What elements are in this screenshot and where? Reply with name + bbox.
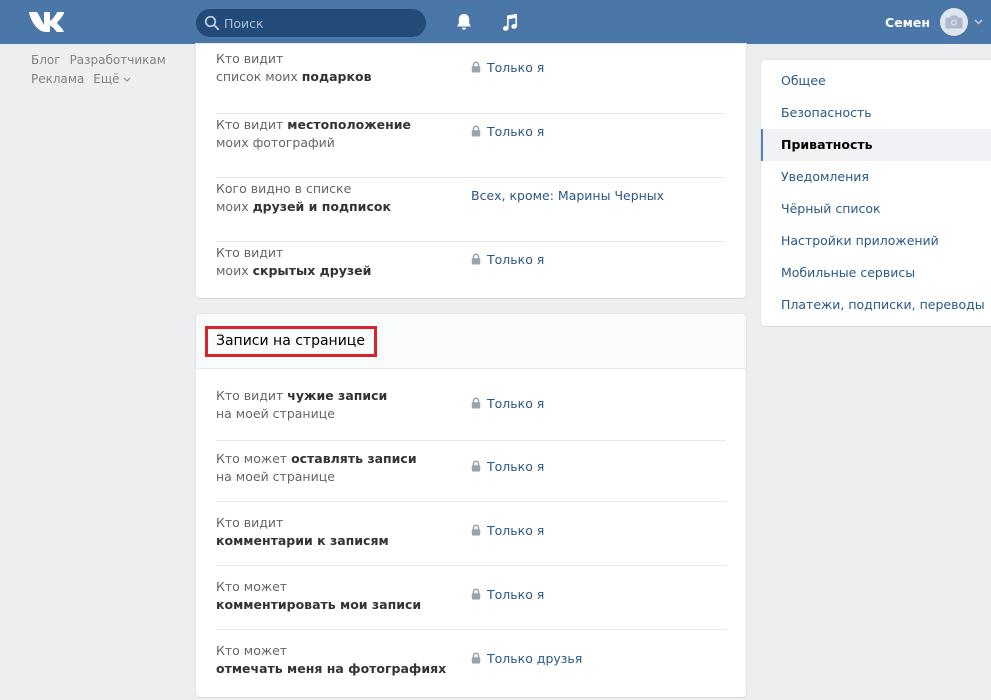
nav-item-security[interactable]: Безопасность: [761, 97, 991, 129]
nav-item-general[interactable]: Общее: [761, 65, 991, 97]
setting-row[interactable]: Кто видит местоположение моих фотографий…: [216, 114, 726, 178]
setting-value-dropdown[interactable]: Только друзья: [471, 650, 582, 668]
setting-row[interactable]: Кто может комментировать мои записи Толь…: [216, 566, 726, 630]
nav-item-blacklist[interactable]: Чёрный список: [761, 193, 991, 225]
setting-label: Кто видит комментарии к записям: [216, 515, 389, 548]
link-more-label: Ещё: [93, 72, 120, 86]
music-icon[interactable]: [500, 12, 520, 32]
setting-value-dropdown[interactable]: Только я: [471, 586, 544, 604]
section-header: Записи на странице: [196, 314, 746, 369]
footer-links: Блог Разработчикам Реклама Ещё: [31, 52, 191, 90]
setting-value-dropdown[interactable]: Только я: [471, 59, 544, 77]
settings-nav: Общее Безопасность Приватность Уведомлен…: [761, 60, 991, 326]
camera-icon: [945, 15, 963, 29]
setting-value-dropdown[interactable]: Только я: [471, 123, 544, 141]
setting-value-dropdown[interactable]: Только я: [471, 458, 544, 476]
chevron-down-icon: [123, 77, 131, 82]
privacy-card-wall-posts: Записи на странице Кто видит чужие запис…: [196, 314, 746, 697]
setting-row[interactable]: Кто видит список моих подарков Только я: [216, 50, 726, 114]
top-header: Семен: [0, 0, 991, 44]
setting-label: Кто может комментировать мои записи: [216, 579, 422, 612]
user-name[interactable]: Семен: [885, 15, 930, 30]
setting-label: Кого видно в списке моих друзей и подпис…: [216, 181, 391, 214]
setting-row[interactable]: Кто видит чужие записи на моей странице …: [216, 377, 726, 441]
nav-item-privacy[interactable]: Приватность: [761, 129, 991, 161]
setting-value-dropdown[interactable]: Только я: [471, 395, 544, 413]
setting-row[interactable]: Кто может оставлять записи на моей стран…: [216, 438, 726, 502]
chevron-down-icon[interactable]: [974, 19, 983, 25]
bell-icon[interactable]: [454, 12, 474, 32]
link-developers[interactable]: Разработчикам: [70, 53, 166, 67]
link-blog[interactable]: Блог: [31, 53, 61, 67]
setting-label: Кто видит список моих подарков: [216, 51, 372, 84]
vk-logo[interactable]: [28, 10, 68, 34]
avatar[interactable]: [940, 8, 968, 36]
setting-row[interactable]: Кто видит моих скрытых друзей Только я: [216, 242, 726, 306]
setting-row[interactable]: Кто может отмечать меня на фотографиях Т…: [216, 630, 726, 694]
setting-row[interactable]: Кого видно в списке моих друзей и подпис…: [216, 178, 726, 242]
setting-value-dropdown[interactable]: Только я: [471, 522, 544, 540]
lock-icon: [471, 524, 481, 536]
privacy-card-profile: Кто видит список моих подарков Только я …: [196, 44, 746, 298]
setting-label: Кто может отмечать меня на фотографиях: [216, 643, 447, 676]
search-box[interactable]: [196, 9, 426, 37]
setting-label: Кто видит моих скрытых друзей: [216, 245, 372, 278]
lock-icon: [471, 460, 481, 472]
lock-icon: [471, 588, 481, 600]
lock-icon: [471, 125, 481, 137]
nav-item-payments[interactable]: Платежи, подписки, переводы: [761, 289, 991, 321]
link-more[interactable]: Ещё: [93, 72, 131, 86]
lock-icon: [471, 61, 481, 73]
setting-value-dropdown[interactable]: Всех, кроме: Марины Черных: [471, 187, 664, 205]
setting-label: Кто видит местоположение моих фотографий: [216, 117, 411, 150]
setting-label: Кто видит чужие записи на моей странице: [216, 388, 388, 421]
search-icon: [204, 15, 220, 31]
lock-icon: [471, 253, 481, 265]
section-title: Записи на странице: [205, 326, 377, 357]
lock-icon: [471, 397, 481, 409]
search-input[interactable]: [224, 9, 420, 37]
setting-value-dropdown[interactable]: Только я: [471, 251, 544, 269]
link-ads[interactable]: Реклама: [31, 72, 84, 86]
nav-item-notifications[interactable]: Уведомления: [761, 161, 991, 193]
nav-item-app-settings[interactable]: Настройки приложений: [761, 225, 991, 257]
setting-row[interactable]: Кто видит комментарии к записям Только я: [216, 502, 726, 566]
lock-icon: [471, 652, 481, 664]
setting-label: Кто может оставлять записи на моей стран…: [216, 451, 417, 484]
nav-item-mobile-services[interactable]: Мобильные сервисы: [761, 257, 991, 289]
